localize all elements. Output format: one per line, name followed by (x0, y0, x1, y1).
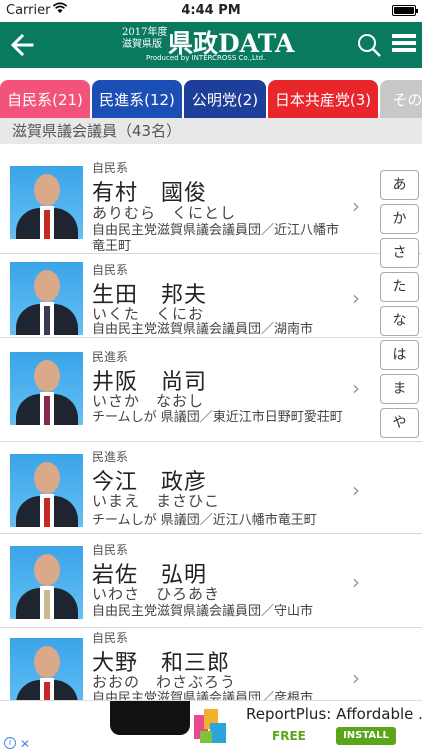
list-item[interactable]: 自民系 有村 國俊 ありむら くにとし 自由民主党滋賀県議会議員団／近江八幡市竜… (0, 156, 422, 254)
member-affiliation: 自由民主党滋賀県議会議員団／彦根市 (92, 691, 314, 700)
index-key-ma[interactable]: ま (380, 374, 419, 404)
chevron-right-icon: › (352, 194, 360, 218)
member-kana: いまえ まさひこ (92, 492, 221, 510)
member-kana: ありむら くにとし (92, 204, 237, 222)
member-affiliation: 自由民主党滋賀県議会議員団／守山市 (92, 604, 314, 619)
index-key-na[interactable]: な (380, 306, 419, 336)
ad-price: FREE (272, 729, 306, 743)
ad-install-button[interactable]: INSTALL (336, 727, 396, 745)
logo-edition: 2017年度 滋賀県版 (122, 27, 168, 50)
member-affiliation: 自由民主党滋賀県議会議員団／湖南市 (92, 322, 314, 337)
faction-tabs: 自民系(21) 民進系(12) 公明党(2) 日本共産党(3) その他 (0, 80, 422, 118)
list-item[interactable]: 自民系 岩佐 弘明 いわさ ひろあき 自由民主党滋賀県議会議員団／守山市 › (0, 534, 422, 628)
chevron-right-icon: › (352, 376, 360, 400)
tab-kyosan[interactable]: 日本共産党(3) (268, 80, 378, 118)
index-key-ya[interactable]: や (380, 408, 419, 438)
tab-komeito[interactable]: 公明党(2) (184, 80, 266, 118)
chevron-right-icon: › (352, 478, 360, 502)
ad-app-logo (190, 705, 232, 747)
member-kana: いさか なおし (92, 392, 205, 410)
ad-info-icon[interactable]: i (4, 737, 16, 749)
member-kana: いくた くにお (92, 305, 205, 323)
ad-banner[interactable]: i ✕ ReportPlus: Affordable ... FREE INST… (0, 700, 422, 750)
member-kana: おおの わさぶろう (92, 673, 237, 691)
menu-icon[interactable] (392, 34, 416, 56)
index-key-a[interactable]: あ (380, 170, 419, 200)
tab-jimin[interactable]: 自民系(21) (0, 80, 90, 118)
member-photo (10, 454, 83, 527)
list-item[interactable]: 民進系 今江 政彦 いまえ まさひこ チームしが 県議団／近江八幡市竜王町 › (0, 442, 422, 534)
logo-producer: Produced by INTERCROSS Co.,Ltd. (146, 54, 266, 62)
member-photo (10, 262, 83, 335)
member-faction: 自民系 (92, 161, 129, 175)
chevron-right-icon: › (352, 666, 360, 690)
ad-title: ReportPlus: Affordable ... (246, 705, 422, 723)
list-item[interactable]: 自民系 大野 和三郎 おおの わさぶろう 自由民主党滋賀県議会議員団／彦根市 › (0, 628, 422, 700)
ad-phone-image (110, 701, 190, 735)
ad-close-icon[interactable]: ✕ (20, 737, 30, 750)
member-photo (10, 638, 83, 700)
chevron-right-icon: › (352, 570, 360, 594)
battery-icon (392, 5, 418, 16)
index-key-ka[interactable]: か (380, 204, 419, 234)
member-photo (10, 166, 83, 239)
member-photo (10, 546, 83, 619)
search-icon[interactable] (356, 32, 382, 58)
member-affiliation: チームしが 県議団／東近江市日野町愛荘町 (92, 410, 343, 425)
member-faction: 自民系 (92, 631, 129, 645)
section-header: 滋賀県議会議員（43名） (0, 118, 422, 144)
index-key-ta[interactable]: た (380, 272, 419, 302)
list-item[interactable]: 自民系 生田 邦夫 いくた くにお 自由民主党滋賀県議会議員団／湖南市 › (0, 254, 422, 338)
status-bar: Carrier 4:44 PM (0, 0, 422, 22)
member-faction: 自民系 (92, 263, 129, 277)
index-key-ha[interactable]: は (380, 340, 419, 370)
member-affiliation: 自由民主党滋賀県議会議員団／近江八幡市竜王町 (92, 223, 340, 254)
app-logo: 2017年度 滋賀県版 県政DATA Produced by INTERCROS… (120, 25, 302, 65)
back-arrow-icon[interactable] (8, 31, 36, 59)
member-kana: いわさ ひろあき (92, 585, 221, 603)
tab-minshin[interactable]: 民進系(12) (92, 80, 182, 118)
member-affiliation: チームしが 県議団／近江八幡市竜王町 (92, 513, 317, 528)
member-faction: 民進系 (92, 450, 129, 464)
tab-other[interactable]: その他 (380, 80, 422, 118)
clock: 4:44 PM (181, 3, 241, 18)
navigation-bar: 2017年度 滋賀県版 県政DATA Produced by INTERCROS… (0, 22, 422, 68)
member-faction: 民進系 (92, 350, 129, 364)
index-key-sa[interactable]: さ (380, 238, 419, 268)
member-faction: 自民系 (92, 543, 129, 557)
list-item[interactable]: 民進系 井阪 尚司 いさか なおし チームしが 県議団／東近江市日野町愛荘町 › (0, 338, 422, 442)
chevron-right-icon: › (352, 286, 360, 310)
member-photo (10, 352, 83, 425)
